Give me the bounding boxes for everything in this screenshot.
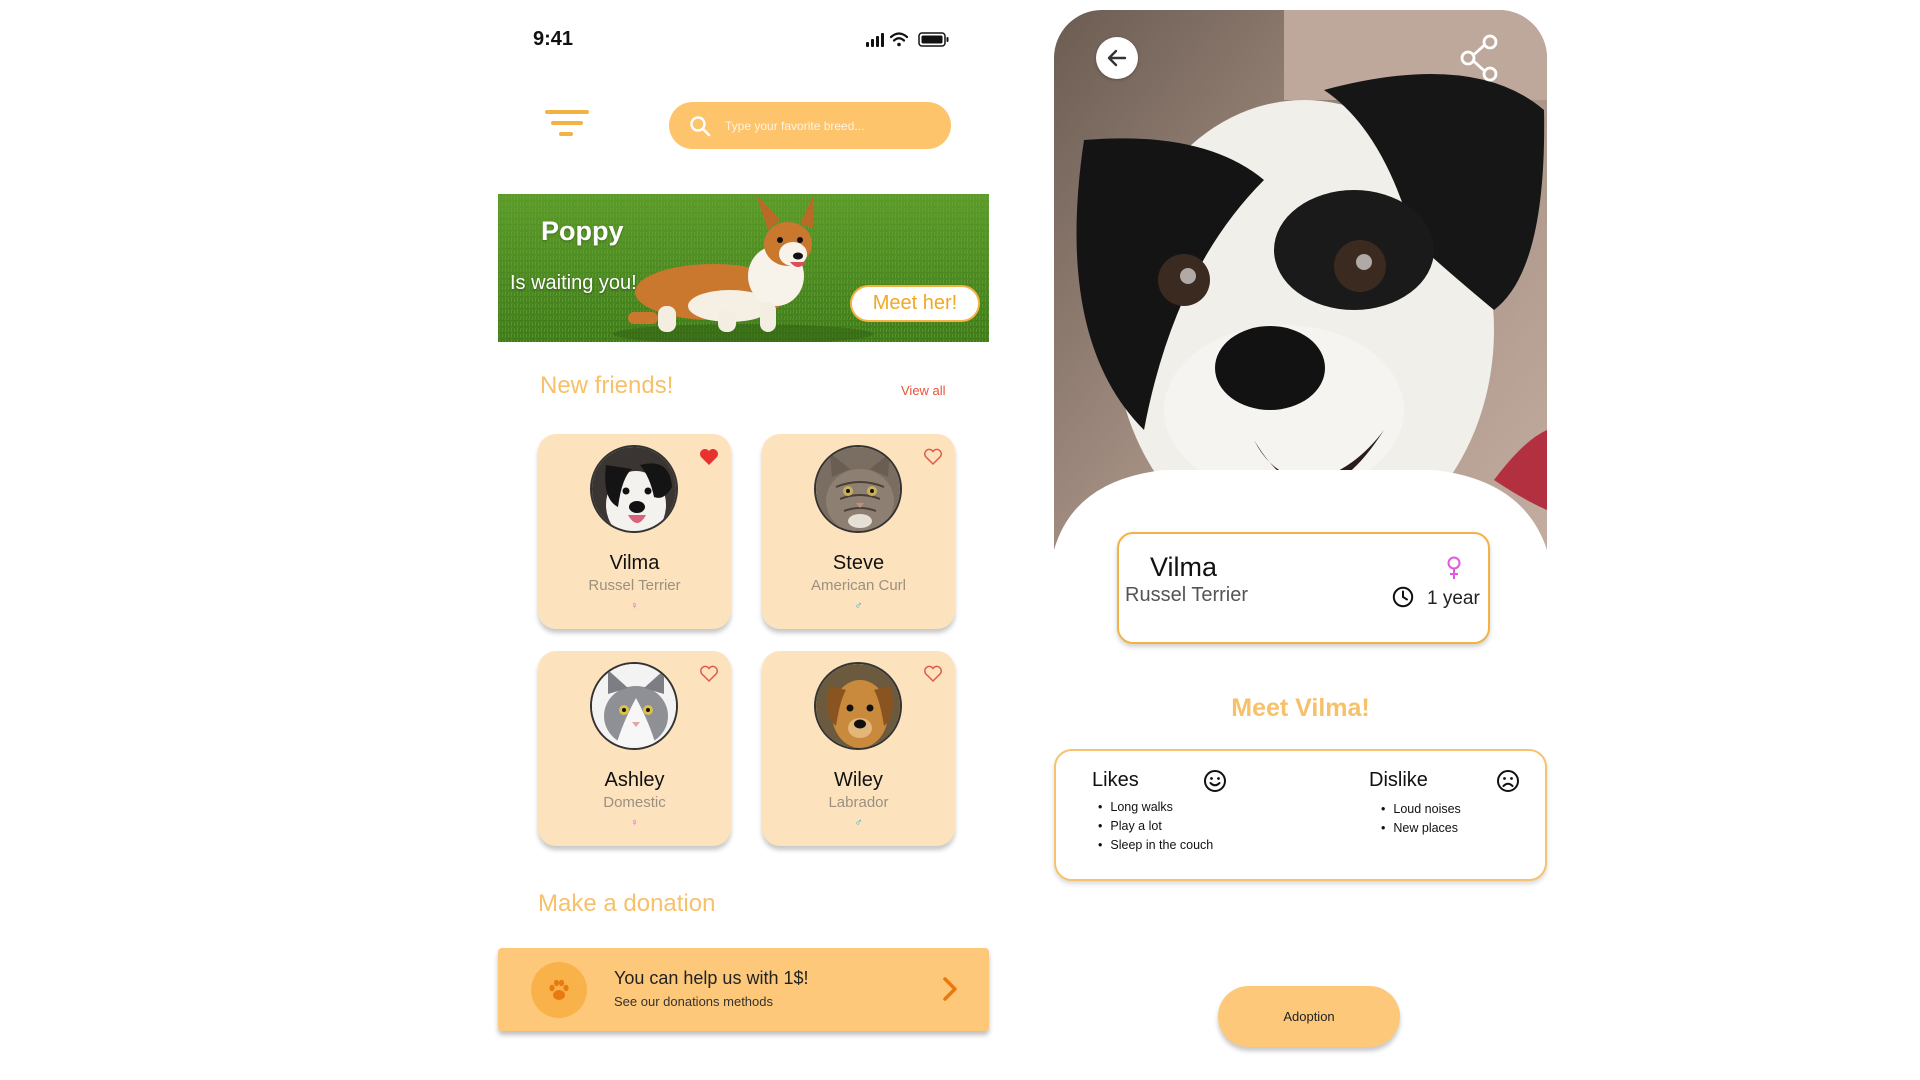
pet-breed: Russel Terrier <box>1125 584 1248 606</box>
status-time: 9:41 <box>533 28 574 50</box>
pet-avatar <box>814 662 902 750</box>
pet-name: Ashley <box>604 769 665 791</box>
donation-card-title: You can help us with 1$! <box>614 968 809 988</box>
donation-title: Make a donation <box>538 890 716 917</box>
battery-icon <box>918 32 949 47</box>
list-item: New places <box>1381 819 1461 838</box>
new-friends-title: New friends! <box>540 372 674 399</box>
pet-card-wiley[interactable]: Wiley Labrador ♂ <box>762 651 955 846</box>
female-icon: ♀ <box>630 600 639 612</box>
donation-card-subtitle: See our donations methods <box>614 994 773 1009</box>
menu-line <box>551 121 583 125</box>
meet-pet-title: Meet Vilma! <box>1231 694 1370 722</box>
heart-outline-icon[interactable] <box>699 665 719 683</box>
paw-icon <box>531 962 587 1018</box>
share-icon[interactable] <box>1458 34 1502 82</box>
wifi-icon <box>889 32 909 47</box>
list-item: Loud noises <box>1381 800 1460 819</box>
pet-age: 1 year <box>1427 588 1480 609</box>
tabby-cat-image <box>816 447 900 531</box>
pet-card-ashley[interactable]: Ashley Domestic ♀ <box>538 651 731 846</box>
filter-menu-button[interactable] <box>545 110 589 140</box>
tan-dog-image <box>816 664 900 748</box>
pet-card-steve[interactable]: Steve American Curl ♂ <box>762 434 955 629</box>
smile-icon <box>1204 770 1226 792</box>
banner-subtitle: Is waiting you! <box>510 272 637 294</box>
heart-outline-icon[interactable] <box>923 665 943 683</box>
pet-avatar <box>590 445 678 533</box>
pet-name: Vilma <box>1150 552 1218 582</box>
search-bar[interactable]: Type your favorite breed... <box>669 102 951 149</box>
likes-title: Likes <box>1092 769 1139 791</box>
pet-name: Steve <box>832 552 885 574</box>
banner-title: Poppy <box>541 216 624 246</box>
black-white-dog-image <box>592 447 676 531</box>
female-icon: ♀ <box>630 817 639 829</box>
male-icon: ♂ <box>854 600 863 612</box>
adoption-button[interactable]: Adoption <box>1218 986 1400 1047</box>
pet-breed: Russel Terrier <box>588 577 681 594</box>
clock-icon <box>1392 586 1414 608</box>
pet-name: Vilma <box>609 552 660 574</box>
dislikes-list: Loud noises New places <box>1381 800 1461 838</box>
pet-info-card: Vilma Russel Terrier 1 year <box>1117 532 1490 644</box>
pet-breed: American Curl <box>810 577 907 594</box>
dislike-title: Dislike <box>1369 769 1428 791</box>
heart-filled-icon[interactable] <box>699 448 719 466</box>
chevron-right-icon[interactable] <box>941 976 959 1002</box>
list-item: Play a lot <box>1098 817 1213 836</box>
likes-list: Long walks Play a lot Sleep in the couch <box>1098 798 1213 855</box>
pet-breed: Labrador <box>828 794 889 811</box>
pet-breed: Domestic <box>603 794 666 811</box>
menu-line <box>545 110 589 114</box>
menu-line <box>559 132 573 136</box>
list-item: Long walks <box>1098 798 1213 817</box>
grey-white-cat-image <box>592 664 676 748</box>
list-item: Sleep in the couch <box>1098 836 1213 855</box>
likes-dislikes-card: Likes Long walks Play a lot Sleep in the… <box>1054 749 1547 881</box>
male-icon: ♂ <box>854 817 863 829</box>
frown-icon <box>1497 770 1519 792</box>
donation-card[interactable]: You can help us with 1$! See our donatio… <box>498 948 989 1031</box>
signal-icon <box>866 33 884 47</box>
back-button[interactable] <box>1096 37 1138 79</box>
search-icon <box>690 115 711 136</box>
arrow-left-icon <box>1107 49 1127 67</box>
pet-card-vilma[interactable]: Vilma Russel Terrier ♀ <box>538 434 731 629</box>
view-all-link[interactable]: View all <box>901 383 946 398</box>
pet-avatar <box>814 445 902 533</box>
heart-outline-icon[interactable] <box>923 448 943 466</box>
search-input[interactable]: Type your favorite breed... <box>725 119 864 133</box>
status-icons <box>866 32 949 47</box>
pet-name: Wiley <box>834 769 883 791</box>
female-icon <box>1447 556 1461 579</box>
pet-avatar <box>590 662 678 750</box>
meet-her-button[interactable]: Meet her! <box>850 285 980 322</box>
